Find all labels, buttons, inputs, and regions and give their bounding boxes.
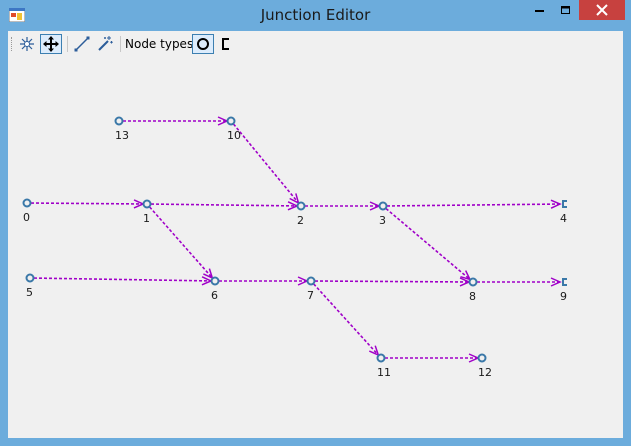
edge-1-to-2[interactable] — [150, 201, 299, 211]
junction-node-type-button[interactable] — [192, 34, 214, 54]
node-label: 0 — [23, 211, 30, 224]
bracket-icon — [222, 38, 229, 50]
magic-wand-icon — [98, 36, 113, 51]
node-10[interactable]: 10 — [226, 116, 241, 143]
edge-1-to-6[interactable] — [149, 206, 214, 280]
terminal-node-marker[interactable] — [562, 278, 567, 286]
minimize-button[interactable] — [527, 0, 553, 20]
junction-node-marker[interactable] — [306, 276, 316, 286]
node-3[interactable]: 3 — [378, 201, 388, 228]
maximize-icon — [561, 6, 570, 14]
node-label: 7 — [307, 289, 314, 302]
terminal-node-type-button[interactable] — [215, 34, 237, 54]
node-label: 13 — [115, 129, 129, 142]
junction-editor-window: Junction Editor Node types: 13 10 0 1 2 … — [0, 0, 631, 446]
junction-node-marker[interactable] — [25, 273, 35, 283]
junction-node-marker[interactable] — [210, 276, 220, 286]
terminal-node-marker[interactable] — [562, 200, 567, 208]
junction-node-marker[interactable] — [378, 201, 388, 211]
node-label: 8 — [469, 290, 476, 303]
line-icon — [74, 36, 90, 52]
junction-node-marker[interactable] — [296, 201, 306, 211]
toolbar-grip[interactable] — [11, 37, 14, 51]
edge-5-to-6[interactable] — [33, 276, 213, 286]
starburst-icon — [20, 37, 34, 51]
node-13[interactable]: 13 — [114, 116, 129, 143]
minimize-icon — [535, 10, 544, 12]
node-2[interactable]: 2 — [296, 201, 306, 228]
node-label: 11 — [377, 366, 391, 379]
node-label: 5 — [26, 286, 33, 299]
node-0[interactable]: 0 — [22, 198, 32, 225]
toolbar: Node types: — [8, 31, 623, 57]
toolbar-separator — [120, 36, 121, 52]
node-11[interactable]: 11 — [376, 353, 391, 380]
node-label: 6 — [211, 289, 218, 302]
select-tool-button[interactable] — [16, 34, 38, 54]
node-7[interactable]: 7 — [306, 276, 316, 303]
edge-10-to-2[interactable] — [232, 123, 300, 205]
junction-node-marker[interactable] — [468, 277, 478, 287]
node-6[interactable]: 6 — [210, 276, 220, 303]
connect-tool-button[interactable] — [71, 34, 93, 54]
node-12[interactable]: 12 — [477, 353, 492, 380]
junction-node-marker[interactable] — [22, 198, 32, 208]
circle-icon — [197, 38, 209, 50]
maximize-button[interactable] — [553, 0, 579, 20]
node-label: 2 — [297, 214, 304, 227]
close-button[interactable] — [579, 0, 625, 20]
edge-3-to-4[interactable] — [386, 199, 562, 209]
node-label: 12 — [478, 366, 492, 379]
close-icon — [596, 4, 608, 16]
move-tool-button[interactable] — [40, 34, 62, 54]
node-label: 9 — [560, 290, 567, 303]
junction-node-marker[interactable] — [376, 353, 386, 363]
node-label: 10 — [227, 129, 241, 142]
magic-wand-tool-button[interactable] — [94, 34, 116, 54]
toolbar-separator — [67, 36, 68, 52]
node-1[interactable]: 1 — [142, 199, 152, 226]
edge-3-to-8[interactable] — [385, 207, 472, 281]
junction-node-marker[interactable] — [114, 116, 124, 126]
editor-client-area: Node types: 13 10 0 1 2 3 4 5 6 7 8 9 11 12 — [8, 31, 623, 438]
junction-node-marker[interactable] — [142, 199, 152, 209]
node-label: 4 — [560, 212, 567, 225]
node-8[interactable]: 8 — [468, 277, 478, 304]
node-types-label: Node types: — [125, 37, 198, 51]
junction-node-marker[interactable] — [226, 116, 236, 126]
edge-0-to-1[interactable] — [30, 199, 145, 209]
edge-7-to-8[interactable] — [314, 277, 471, 287]
junction-graph-canvas[interactable]: 13 100 1 2 3 45 6 7 8 911 12 — [8, 57, 623, 438]
node-4[interactable]: 4 — [560, 200, 567, 225]
node-label: 3 — [379, 214, 386, 227]
move-arrows-icon — [43, 36, 59, 52]
edge-7-to-11[interactable] — [313, 283, 380, 357]
node-label: 1 — [143, 212, 150, 225]
junction-node-marker[interactable] — [477, 353, 487, 363]
node-9[interactable]: 9 — [560, 278, 567, 303]
title-bar[interactable]: Junction Editor — [0, 0, 631, 31]
node-5[interactable]: 5 — [25, 273, 35, 300]
